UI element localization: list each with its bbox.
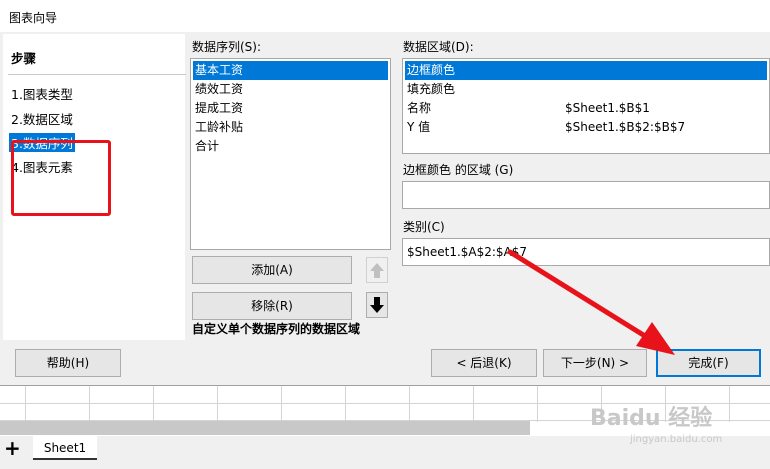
annotation-arrow-icon [507, 249, 675, 355]
